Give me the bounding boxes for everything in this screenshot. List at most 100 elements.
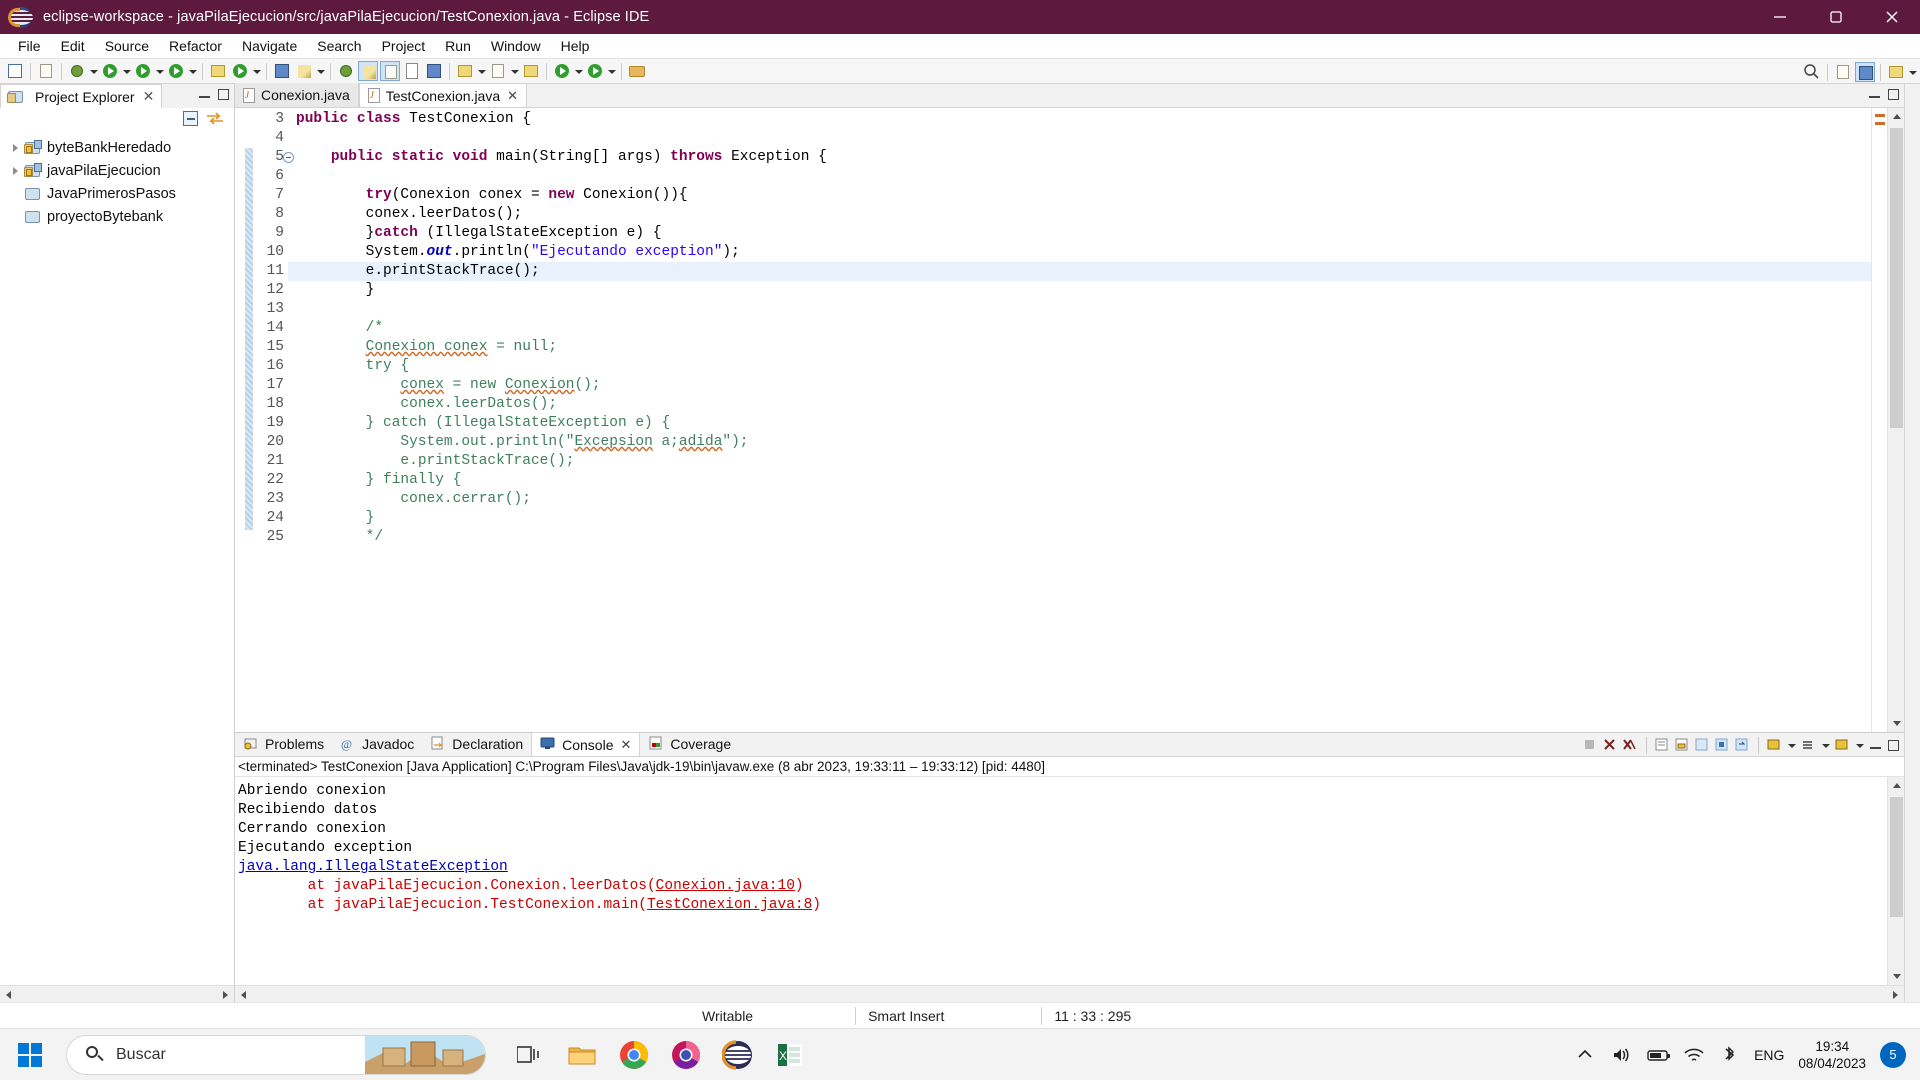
tab-conexion-java[interactable]: J Conexion.java: [235, 83, 359, 107]
console-horizontal-scrollbar[interactable]: [235, 985, 1904, 1002]
tree-item-byteBankHeredado[interactable]: byteBankHeredado: [0, 136, 234, 159]
link-with-editor-icon[interactable]: [206, 110, 224, 128]
next-annotation-icon[interactable]: [455, 61, 475, 81]
code-line[interactable]: conex.cerrar();: [296, 490, 1871, 509]
coverage-dropdown-arrow[interactable]: [187, 61, 198, 81]
last-edit-location-icon[interactable]: [521, 61, 541, 81]
open-type-dropdown-arrow[interactable]: [315, 61, 326, 81]
scroll-lock-icon[interactable]: [1674, 737, 1691, 754]
forward-nav-dropdown-arrow[interactable]: [606, 61, 617, 81]
remove-launch-icon[interactable]: [1602, 737, 1619, 754]
console-hyperlink[interactable]: Conexion.java:10: [656, 878, 795, 894]
code-line[interactable]: }: [296, 509, 1871, 528]
taskbar-clock[interactable]: 19:34 08/04/2023: [1798, 1038, 1866, 1072]
editor-vertical-scrollbar[interactable]: [1887, 108, 1904, 732]
tree-item-javaPilaEjecucion[interactable]: javaPilaEjecucion: [0, 159, 234, 182]
chrome-canary-button[interactable]: [662, 1031, 710, 1079]
menu-edit[interactable]: Edit: [51, 35, 95, 57]
scroll-down-icon[interactable]: [1888, 968, 1905, 985]
menu-navigate[interactable]: Navigate: [232, 35, 307, 57]
open-console-icon[interactable]: [1766, 737, 1783, 754]
code-line[interactable]: e.printStackTrace();: [296, 452, 1871, 471]
console-vertical-scrollbar[interactable]: [1887, 777, 1904, 985]
run-icon[interactable]: [133, 61, 153, 81]
code-line[interactable]: }: [296, 281, 1871, 300]
notification-badge[interactable]: 5: [1880, 1041, 1906, 1068]
debug-icon[interactable]: [100, 61, 120, 81]
minimize-button[interactable]: [1752, 0, 1808, 34]
new-console-dropdown-arrow[interactable]: [1854, 735, 1865, 755]
tab-declaration[interactable]: Declaration: [422, 732, 531, 756]
console-hyperlink[interactable]: java.lang.IllegalStateException: [238, 859, 508, 875]
maximize-console-icon[interactable]: [1886, 738, 1901, 753]
code-line[interactable]: System.out.println("Excepsion a;adida");: [296, 433, 1871, 452]
tab-javadoc[interactable]: @ Javadoc: [332, 732, 422, 756]
bluetooth-icon[interactable]: [1718, 1044, 1740, 1066]
console-hyperlink[interactable]: TestConexion.java:8: [647, 897, 812, 913]
code-line[interactable]: [296, 129, 1871, 148]
overview-ruler[interactable]: [1871, 108, 1887, 732]
new-wizard-icon[interactable]: [5, 61, 25, 81]
show-whitespace-icon[interactable]: [402, 61, 422, 81]
external-tools-dropdown-arrow[interactable]: [251, 61, 262, 81]
search-type-icon[interactable]: [336, 61, 356, 81]
task-view-button[interactable]: [506, 1031, 554, 1079]
pin-console-icon[interactable]: [1714, 737, 1731, 754]
tab-testconexion-java[interactable]: J TestConexion.java ✕: [358, 83, 528, 107]
close-icon[interactable]: ✕: [621, 737, 632, 753]
show-hidden-icons-chevron[interactable]: [1574, 1044, 1596, 1066]
wifi-icon[interactable]: [1682, 1044, 1704, 1066]
code-line[interactable]: [296, 167, 1871, 186]
code-line[interactable]: conex.leerDatos();: [296, 205, 1871, 224]
code-line[interactable]: public class TestConexion {: [296, 110, 1871, 129]
expand-arrow-icon[interactable]: [8, 140, 24, 156]
tab-problems[interactable]: Problems: [235, 732, 332, 756]
run-dropdown-arrow[interactable]: [154, 61, 165, 81]
code-line[interactable]: System.out.println("Ejecutando exception…: [296, 243, 1871, 262]
code-line[interactable]: } finally {: [296, 471, 1871, 490]
volume-icon[interactable]: [1610, 1044, 1632, 1066]
tab-project-explorer[interactable]: Project Explorer ✕: [0, 84, 163, 108]
start-button[interactable]: [0, 1029, 60, 1080]
console-text[interactable]: Abriendo conexion Recibiendo datos Cerrand…: [235, 777, 1887, 985]
menu-file[interactable]: File: [8, 35, 51, 57]
code-line[interactable]: [296, 300, 1871, 319]
language-indicator[interactable]: ENG: [1754, 1047, 1784, 1063]
code-text-area[interactable]: public class TestConexion { public stati…: [288, 108, 1871, 732]
menu-source[interactable]: Source: [95, 35, 159, 57]
code-line[interactable]: conex.leerDatos();: [296, 395, 1871, 414]
menu-search[interactable]: Search: [307, 35, 371, 57]
restore-perspective-icon[interactable]: [1886, 62, 1906, 82]
minimize-view-icon[interactable]: [197, 87, 212, 102]
tab-coverage[interactable]: Coverage: [640, 732, 739, 756]
tree-item-proyectoBytebank[interactable]: proyectoBytebank: [0, 205, 234, 228]
code-line[interactable]: try(Conexion conex = new Conexion()){: [296, 186, 1871, 205]
open-type-icon[interactable]: [294, 61, 314, 81]
menu-help[interactable]: Help: [551, 35, 600, 57]
perspective-dropdown-arrow[interactable]: [1907, 62, 1918, 82]
menu-run[interactable]: Run: [435, 35, 481, 57]
scroll-right-icon[interactable]: [217, 986, 234, 1003]
new-console-view-icon[interactable]: [1834, 737, 1851, 754]
scroll-left-icon[interactable]: [0, 986, 17, 1003]
scroll-up-icon[interactable]: [1888, 108, 1905, 125]
new-java-dropdown-arrow[interactable]: [88, 61, 99, 81]
tab-console[interactable]: Console ✕: [531, 732, 641, 756]
file-explorer-button[interactable]: [558, 1031, 606, 1079]
quick-access-search-icon[interactable]: [1802, 62, 1822, 82]
previous-annotation-icon[interactable]: [488, 61, 508, 81]
menu-refactor[interactable]: Refactor: [159, 35, 232, 57]
close-button[interactable]: [1864, 0, 1920, 34]
new-class-icon[interactable]: [208, 61, 228, 81]
code-line[interactable]: /*: [296, 319, 1871, 338]
close-icon[interactable]: ✕: [143, 88, 155, 105]
previous-annotation-dropdown-arrow[interactable]: [509, 61, 520, 81]
display-selected-console-icon[interactable]: [1734, 737, 1751, 754]
menu-project[interactable]: Project: [372, 35, 436, 57]
minimize-console-icon[interactable]: [1868, 738, 1883, 753]
show-console-on-output-icon[interactable]: [1694, 737, 1711, 754]
explorer-horizontal-scrollbar[interactable]: [0, 985, 234, 1002]
debug-dropdown-arrow[interactable]: [121, 61, 132, 81]
new-java-project-icon[interactable]: [67, 61, 87, 81]
chrome-button[interactable]: [610, 1031, 658, 1079]
